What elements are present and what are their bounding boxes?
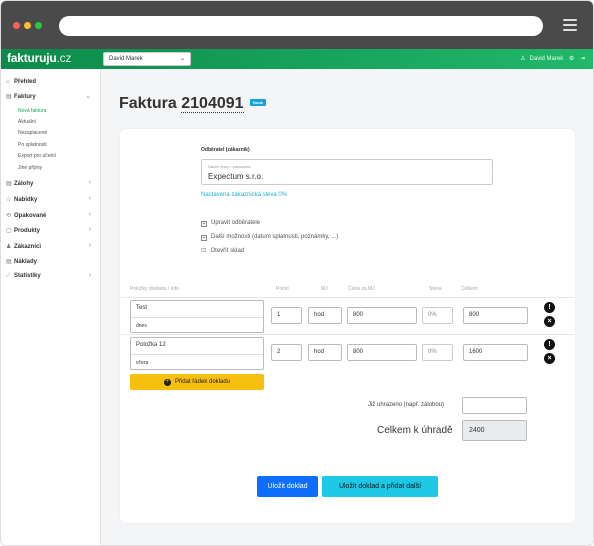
user-icon: ♙: [520, 56, 526, 62]
quantity-input[interactable]: 1: [271, 307, 302, 324]
table-row-2-name[interactable]: Položka 12 včera: [130, 337, 264, 370]
total-input[interactable]: 800: [463, 307, 528, 324]
col-header-unit: MJ: [321, 286, 328, 292]
sidebar-sub-export[interactable]: Export pro účetní: [18, 153, 56, 159]
divider: [121, 297, 574, 298]
price-input[interactable]: 800: [347, 344, 417, 361]
save-button[interactable]: Uložit doklad: [257, 476, 318, 497]
col-header-total: Celkem: [461, 286, 478, 292]
box-icon: ▢: [6, 228, 12, 234]
user-menu[interactable]: ♙ David Marek ⚙ ⇥: [516, 55, 585, 62]
plus-square-icon: +: [201, 235, 207, 241]
paid-input[interactable]: [462, 397, 527, 414]
invoice-number[interactable]: 2104091: [181, 95, 244, 113]
customer-section-label: Odběratel (zákazník): [201, 147, 250, 153]
app-topbar: fakturuju.cz: [1, 49, 593, 69]
chevron-down-icon: ⌄: [179, 56, 185, 62]
table-row-2-info[interactable]: včera: [131, 354, 263, 370]
page-title: Faktura 2104091: [119, 95, 244, 113]
gear-icon[interactable]: ⚙: [569, 56, 574, 62]
logout-icon[interactable]: ⇥: [580, 56, 585, 62]
warehouse-icon: ⛫: [201, 248, 207, 254]
col-header-items: Položky dokladu / Info: [130, 286, 179, 292]
quantity-input[interactable]: 2: [271, 344, 302, 361]
users-icon: ♟: [6, 244, 12, 250]
star-icon: ☆: [6, 197, 12, 203]
total-value: 2400: [462, 420, 527, 441]
price-input[interactable]: 800: [347, 307, 417, 324]
customer-field-placeholder: Název firmy / zákazníka: [208, 164, 251, 169]
close-dot-icon[interactable]: [13, 22, 20, 29]
sidebar-item-zalohy[interactable]: ▤ Zálohy ›: [6, 179, 96, 190]
receipt-icon: ▤: [6, 259, 12, 265]
table-row-1-name[interactable]: Test dnes: [130, 300, 264, 333]
open-warehouse-link[interactable]: ⛫ Otevřít sklad: [201, 247, 244, 255]
info-icon[interactable]: !: [544, 339, 555, 350]
table-row-1-info[interactable]: dnes: [131, 317, 263, 333]
total-input[interactable]: 1600: [463, 344, 528, 361]
hamburger-menu-icon[interactable]: [563, 19, 577, 31]
sidebar-sub-jine-prijmy[interactable]: Jiné příjmy: [18, 165, 42, 171]
chevron-right-icon: ›: [88, 211, 91, 218]
unit-input[interactable]: hod: [308, 307, 342, 324]
sidebar-sub-nezaplacene[interactable]: Nezaplacené: [18, 130, 47, 136]
remove-row-icon[interactable]: ×: [544, 353, 555, 364]
plus-circle-icon: +: [163, 379, 171, 386]
sidebar-item-prehled[interactable]: ⌂ Přehled: [6, 79, 96, 89]
remove-row-icon[interactable]: ×: [544, 316, 555, 327]
chevron-down-icon: ⌄: [85, 93, 91, 100]
info-icon[interactable]: !: [544, 302, 555, 313]
col-header-price: Cena za MJ: [348, 286, 375, 292]
sidebar-sub-nova-faktura[interactable]: Nová faktura: [18, 108, 46, 114]
sidebar-sub-po-splatnosti[interactable]: Po splatnosti: [18, 142, 47, 148]
sidebar: ⌂ Přehled ▤ Faktury ⌄ Nová faktura Aktuální…: [1, 69, 101, 545]
chevron-right-icon: ›: [88, 179, 91, 186]
address-bar[interactable]: [59, 16, 543, 36]
plus-square-icon: +: [201, 221, 207, 227]
customer-field[interactable]: Název firmy / zákazníka Expectum s.r.o.: [201, 159, 493, 185]
home-icon: ⌂: [6, 79, 10, 85]
chart-icon: ⟋: [6, 273, 11, 279]
chevron-right-icon: ›: [88, 195, 91, 202]
sidebar-sub-aktualni[interactable]: Aktuální: [18, 119, 36, 125]
document-icon: ▤: [6, 181, 12, 187]
chevron-right-icon: ›: [88, 272, 91, 279]
col-header-qty: Počet: [276, 286, 289, 292]
unit-input[interactable]: hod: [308, 344, 342, 361]
sidebar-item-faktury[interactable]: ▤ Faktury ⌄: [6, 93, 96, 103]
repeat-icon: ⟲: [6, 213, 12, 219]
browser-chrome: [1, 1, 593, 49]
brand-logo[interactable]: fakturuju.cz: [7, 51, 71, 65]
status-badge: Nová: [250, 99, 266, 106]
sidebar-item-zakaznici[interactable]: ♟ Zákazníci ›: [6, 242, 96, 253]
discount-input[interactable]: 0%: [422, 344, 453, 361]
user-name[interactable]: David Marek: [530, 56, 564, 62]
paid-label: Již uhrazeno (např. zálohou): [368, 402, 445, 408]
maximize-dot-icon[interactable]: [35, 22, 42, 29]
customer-discount-link[interactable]: Nastavena zákaznická sleva 0%: [201, 192, 287, 198]
sidebar-item-produkty[interactable]: ▢ Produkty ›: [6, 226, 96, 237]
document-icon: ▤: [6, 94, 12, 100]
user-select[interactable]: David Marek ⌄: [103, 52, 191, 66]
discount-input[interactable]: 0%: [422, 307, 453, 324]
sidebar-item-naklady[interactable]: ▤ Náklady: [6, 258, 96, 268]
sidebar-item-nabidky[interactable]: ☆ Nabídky ›: [6, 195, 96, 206]
minimize-dot-icon[interactable]: [24, 22, 31, 29]
more-options-toggle[interactable]: + Další možnosti (datum splatnosti, pozná…: [201, 234, 338, 241]
sidebar-item-statistiky[interactable]: ⟋ Statistiky ›: [6, 272, 96, 283]
edit-customer-option[interactable]: + Upravit odběratele: [201, 220, 260, 227]
sidebar-item-opakovane[interactable]: ⟲ Opakované ›: [6, 211, 96, 222]
total-label: Celkem k úhradě: [377, 425, 453, 436]
add-row-button[interactable]: + Přidat řádek dokladu: [130, 374, 264, 390]
app-window: fakturuju.cz David Marek ⌄ ♙ David Marek ⚙…: [0, 0, 594, 546]
customer-field-value: Expectum s.r.o.: [208, 172, 264, 181]
divider: [121, 334, 574, 335]
save-and-add-button[interactable]: Uložit doklad a přidat další: [322, 476, 438, 497]
chevron-right-icon: ›: [88, 242, 91, 249]
chevron-right-icon: ›: [88, 226, 91, 233]
col-header-discount: Sleva: [429, 286, 442, 292]
